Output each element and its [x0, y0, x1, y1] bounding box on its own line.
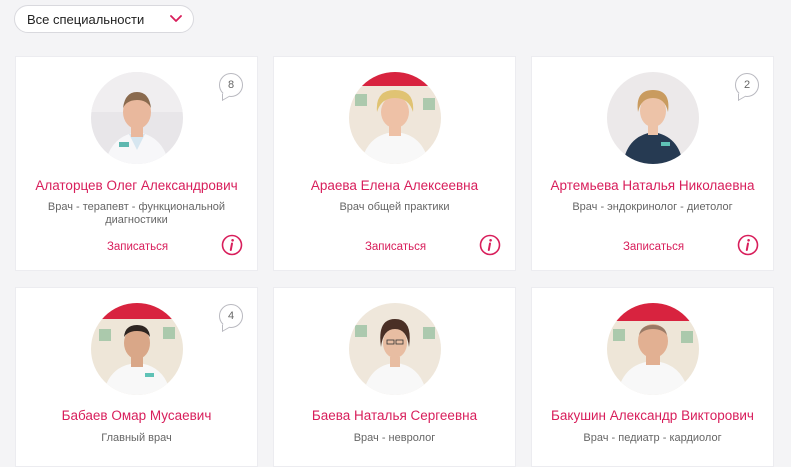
doctor-card: Бакушин Александр Викторович Врач - педи…	[531, 287, 774, 467]
doctor-specialty: Врач общей практики	[339, 201, 450, 213]
doctor-specialty: Врач - педиатр - кардиолог	[583, 432, 722, 444]
doctor-name[interactable]: Бабаев Омар Мусаевич	[16, 408, 257, 423]
doctor-photo[interactable]	[607, 72, 699, 164]
doctor-photo[interactable]	[607, 303, 699, 395]
doctor-photo[interactable]	[349, 72, 441, 164]
doctor-name[interactable]: Бакушин Александр Викторович	[532, 408, 773, 423]
reviews-count-badge[interactable]: 2	[735, 73, 759, 97]
reviews-count-badge[interactable]: 4	[219, 304, 243, 328]
chevron-down-icon[interactable]	[169, 12, 183, 26]
doctor-card: 8 Алаторцев Олег Александрович Врач - те…	[15, 56, 258, 271]
doctor-specialty: Врач - эндокринолог - диетолог	[572, 201, 733, 213]
specialty-filter-dropdown[interactable]: Все специальности	[14, 5, 194, 33]
info-icon[interactable]	[221, 234, 243, 256]
doctor-card: 2 Артемьева Наталья Николаевна Врач - эн…	[531, 56, 774, 271]
doctor-card: 4 Бабаев Омар Мусаевич Главный врач	[15, 287, 258, 467]
doctor-name[interactable]: Араева Елена Алексеевна	[274, 178, 515, 193]
specialty-filter-value: Все специальности	[27, 11, 145, 27]
doctor-photo[interactable]	[91, 303, 183, 395]
doctor-specialty: Врач - терапевт - функциональной диагнос…	[47, 201, 226, 226]
info-icon[interactable]	[737, 234, 759, 256]
doctor-name[interactable]: Баева Наталья Сергеевна	[274, 408, 515, 423]
doctor-card: Араева Елена Алексеевна Врач общей практ…	[273, 56, 516, 271]
doctor-photo[interactable]	[349, 303, 441, 395]
reviews-count-badge[interactable]: 8	[219, 73, 243, 97]
doctor-photo[interactable]	[91, 72, 183, 164]
info-icon[interactable]	[479, 234, 501, 256]
doctor-name[interactable]: Алаторцев Олег Александрович	[16, 178, 257, 193]
doctor-specialty: Врач - невролог	[353, 432, 436, 444]
doctor-name[interactable]: Артемьева Наталья Николаевна	[532, 178, 773, 193]
doctor-card: Баева Наталья Сергеевна Врач - невролог	[273, 287, 516, 467]
doctor-specialty: Главный врач	[101, 432, 172, 444]
